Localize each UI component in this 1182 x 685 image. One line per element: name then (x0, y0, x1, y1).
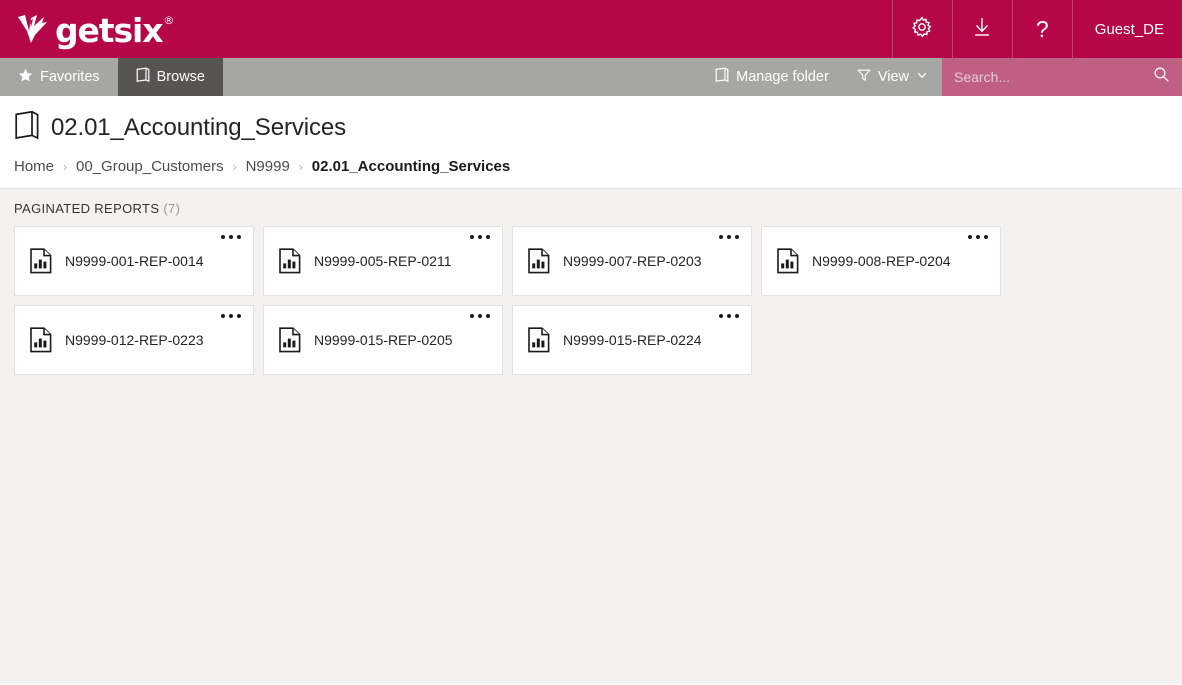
more-options-icon[interactable] (221, 314, 241, 318)
breadcrumb-item-group-customers[interactable]: 00_Group_Customers (76, 158, 224, 175)
folder-icon (136, 67, 150, 87)
report-card-label: N9999-012-REP-0223 (65, 332, 204, 348)
section-header: PAGINATED REPORTS (7) (14, 201, 1182, 216)
user-label: Guest_DE (1094, 20, 1164, 38)
breadcrumb-item-n9999[interactable]: N9999 (246, 158, 290, 175)
breadcrumb-separator-icon: › (63, 159, 68, 174)
folder-icon (14, 110, 40, 145)
report-card-label: N9999-015-REP-0224 (563, 332, 702, 348)
settings-button[interactable] (891, 0, 952, 58)
main-toolbar: Favorites Browse Manage folder View (0, 58, 1182, 96)
report-card[interactable]: N9999-005-REP-0211 (263, 226, 503, 296)
search-icon[interactable] (1153, 66, 1170, 88)
page-header: 02.01_Accounting_Services Home › 00_Grou… (0, 96, 1182, 189)
report-card-label: N9999-005-REP-0211 (314, 253, 452, 269)
brand-name: getsix (55, 10, 164, 50)
search-box[interactable] (942, 58, 1182, 96)
report-card-grid: N9999-001-REP-0014 N9999-005-REP-0211 N9… (14, 226, 1182, 375)
more-options-icon[interactable] (470, 314, 490, 318)
page-title: 02.01_Accounting_Services (51, 113, 347, 141)
breadcrumb: Home › 00_Group_Customers › N9999 › 02.0… (14, 158, 1182, 175)
report-card[interactable]: N9999-001-REP-0014 (14, 226, 254, 296)
report-card[interactable]: N9999-008-REP-0204 (761, 226, 1001, 296)
breadcrumb-item-home[interactable]: Home (14, 158, 54, 175)
download-icon (970, 15, 994, 44)
paginated-report-icon (776, 248, 800, 274)
manage-folder-label: Manage folder (736, 69, 829, 85)
user-menu[interactable]: Guest_DE (1071, 0, 1182, 58)
more-options-icon[interactable] (719, 235, 739, 239)
paginated-report-icon (278, 248, 302, 274)
header-actions: ? Guest_DE (891, 0, 1182, 58)
more-options-icon[interactable] (470, 235, 490, 239)
view-menu-button[interactable]: View (843, 58, 942, 96)
gear-icon (910, 15, 934, 44)
search-input[interactable] (954, 69, 1153, 85)
report-card[interactable]: N9999-015-REP-0205 (263, 305, 503, 375)
brand-registered-mark: ® (163, 13, 175, 27)
tab-favorites-label: Favorites (40, 69, 100, 85)
tab-browse[interactable]: Browse (117, 58, 223, 96)
section-title: PAGINATED REPORTS (14, 201, 160, 216)
more-options-icon[interactable] (719, 314, 739, 318)
brand-logo[interactable]: getsix ® (0, 0, 175, 58)
report-card-label: N9999-008-REP-0204 (812, 253, 951, 269)
report-card[interactable]: N9999-007-REP-0203 (512, 226, 752, 296)
filter-funnel-icon (856, 68, 871, 86)
view-menu-label: View (877, 69, 909, 85)
report-card-label: N9999-015-REP-0205 (314, 332, 453, 348)
report-card[interactable]: N9999-015-REP-0224 (512, 305, 752, 375)
app-header: getsix ® ? Guest_DE (0, 0, 1182, 58)
paginated-report-icon (29, 248, 53, 274)
getsix-arrow-logo-icon (14, 9, 54, 49)
question-mark-icon: ? (1035, 15, 1049, 42)
paginated-report-icon (527, 327, 551, 353)
paginated-report-icon (278, 327, 302, 353)
chevron-down-icon (916, 69, 928, 85)
page-title-row: 02.01_Accounting_Services (14, 110, 1182, 145)
breadcrumb-separator-icon: › (298, 159, 303, 174)
header-spacer (173, 0, 891, 58)
tab-browse-label: Browse (156, 69, 205, 85)
content-area: PAGINATED REPORTS (7) N9999-001-REP-0014 (0, 189, 1182, 684)
tab-favorites[interactable]: Favorites (0, 58, 118, 96)
download-button[interactable] (951, 0, 1012, 58)
manage-folder-button[interactable]: Manage folder (701, 58, 843, 96)
star-icon (18, 68, 33, 87)
more-options-icon[interactable] (221, 235, 241, 239)
paginated-report-icon (527, 248, 551, 274)
breadcrumb-item-current: 02.01_Accounting_Services (311, 158, 511, 175)
paginated-report-icon (29, 327, 53, 353)
help-button[interactable]: ? (1011, 0, 1072, 58)
breadcrumb-separator-icon: › (232, 159, 237, 174)
section-count: (7) (163, 201, 181, 216)
folder-icon (715, 67, 729, 87)
more-options-icon[interactable] (968, 235, 988, 239)
report-card-label: N9999-001-REP-0014 (65, 253, 204, 269)
report-card-label: N9999-007-REP-0203 (563, 253, 702, 269)
report-card[interactable]: N9999-012-REP-0223 (14, 305, 254, 375)
